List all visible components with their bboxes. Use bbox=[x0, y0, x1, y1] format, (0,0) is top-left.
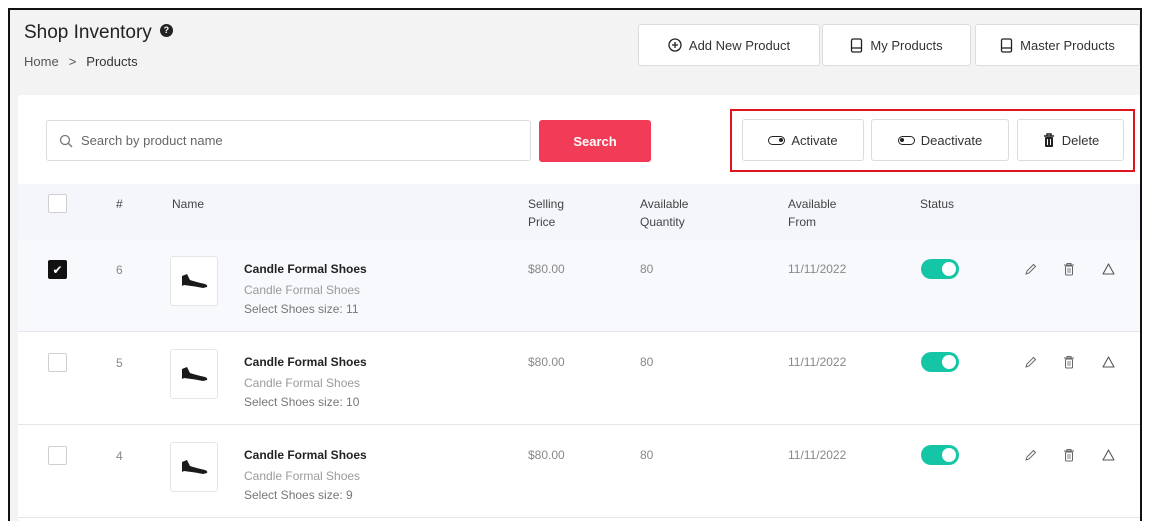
status-toggle[interactable] bbox=[921, 352, 959, 372]
row-checkbox[interactable] bbox=[48, 446, 67, 465]
status-toggle[interactable] bbox=[921, 259, 959, 279]
deactivate-label: Deactivate bbox=[920, 132, 983, 148]
product-name[interactable]: Candle Formal Shoes bbox=[244, 448, 367, 462]
toggle-on-icon bbox=[768, 135, 786, 145]
product-variant: Select Shoes size: 10 bbox=[244, 395, 360, 409]
product-subtitle: Candle Formal Shoes bbox=[244, 376, 361, 390]
table-row: 4 Candle Formal Shoes Candle Formal Shoe… bbox=[18, 426, 1140, 518]
column-selling-price-line2: Price bbox=[528, 215, 556, 229]
table-row: 5 Candle Formal Shoes Candle Formal Shoe… bbox=[18, 333, 1140, 425]
search-button[interactable]: Search bbox=[539, 120, 651, 162]
available-from: 11/11/2022 bbox=[788, 448, 847, 462]
search-box bbox=[46, 120, 531, 161]
toggle-off-icon bbox=[897, 135, 915, 145]
pencil-icon[interactable] bbox=[1024, 356, 1037, 369]
trash-icon[interactable] bbox=[1063, 262, 1075, 276]
product-thumbnail[interactable] bbox=[170, 349, 218, 399]
available-quantity: 80 bbox=[640, 448, 654, 462]
column-available-quantity-line2: Quantity bbox=[640, 215, 685, 229]
delete-button[interactable]: Delete bbox=[1017, 119, 1124, 161]
warning-icon[interactable] bbox=[1102, 449, 1115, 461]
available-from: 11/11/2022 bbox=[788, 262, 847, 276]
main-area: Shop Inventory ? Home > Products Add New… bbox=[10, 10, 1140, 521]
status-toggle[interactable] bbox=[921, 445, 959, 465]
activate-button[interactable]: Activate bbox=[742, 119, 864, 161]
row-checkbox[interactable]: ✔ bbox=[48, 260, 67, 279]
available-quantity: 80 bbox=[640, 262, 654, 276]
row-index: 5 bbox=[116, 356, 123, 370]
page-title: Shop Inventory ? bbox=[24, 22, 173, 44]
pencil-icon[interactable] bbox=[1024, 263, 1037, 276]
shoe-image bbox=[182, 460, 208, 474]
document-icon bbox=[851, 37, 863, 53]
column-available-from-line1: Available bbox=[788, 197, 837, 211]
page-title-text: Shop Inventory bbox=[24, 22, 152, 43]
product-variant: Select Shoes size: 11 bbox=[244, 302, 359, 316]
add-new-product-button[interactable]: Add New Product bbox=[638, 24, 820, 66]
selling-price: $80.00 bbox=[528, 448, 565, 462]
column-available-quantity-line1: Available bbox=[640, 197, 689, 211]
search-input[interactable] bbox=[81, 133, 521, 148]
breadcrumb-separator: > bbox=[68, 54, 77, 69]
product-thumbnail[interactable] bbox=[170, 442, 218, 492]
breadcrumb-current: Products bbox=[86, 54, 138, 69]
breadcrumb: Home > Products bbox=[24, 54, 138, 69]
search-icon bbox=[59, 134, 73, 147]
column-name: Name bbox=[172, 197, 205, 211]
row-index: 4 bbox=[116, 449, 123, 463]
column-selling-price-line1: Selling bbox=[528, 197, 565, 211]
product-variant: Select Shoes size: 9 bbox=[244, 488, 353, 502]
delete-label: Delete bbox=[1061, 132, 1100, 148]
product-thumbnail[interactable] bbox=[170, 256, 218, 306]
table-header: # Name Selling Price Available Quantity … bbox=[18, 184, 1140, 240]
row-index: 6 bbox=[116, 263, 123, 277]
product-subtitle: Candle Formal Shoes bbox=[244, 283, 361, 297]
document-icon bbox=[1001, 37, 1013, 53]
my-products-label: My Products bbox=[870, 37, 943, 53]
available-from: 11/11/2022 bbox=[788, 355, 847, 369]
available-quantity: 80 bbox=[640, 355, 654, 369]
table-row: ✔ 6 Candle Formal Shoes Candle Formal Sh… bbox=[18, 240, 1140, 332]
help-icon[interactable]: ? bbox=[159, 23, 173, 37]
trash-icon[interactable] bbox=[1063, 355, 1075, 369]
selling-price: $80.00 bbox=[528, 262, 565, 276]
row-checkbox[interactable] bbox=[48, 353, 67, 372]
pencil-icon[interactable] bbox=[1024, 449, 1037, 462]
plus-circle-icon bbox=[668, 38, 682, 52]
window-frame-right bbox=[1140, 8, 1142, 521]
selling-price: $80.00 bbox=[528, 355, 565, 369]
master-products-label: Master Products bbox=[1020, 37, 1115, 53]
shoe-image bbox=[182, 367, 208, 381]
trash-icon bbox=[1043, 133, 1054, 147]
column-available-from: Available From bbox=[788, 195, 836, 231]
product-name[interactable]: Candle Formal Shoes bbox=[244, 355, 367, 369]
products-card: Search Activate Deactivate Delete # Name… bbox=[18, 95, 1140, 521]
master-products-button[interactable]: Master Products bbox=[975, 24, 1140, 66]
column-selling-price: Selling Price bbox=[528, 195, 564, 231]
column-available-from-line2: From bbox=[788, 215, 816, 229]
trash-icon[interactable] bbox=[1063, 448, 1075, 462]
breadcrumb-home[interactable]: Home bbox=[24, 54, 59, 69]
shoe-image bbox=[182, 274, 208, 288]
product-subtitle: Candle Formal Shoes bbox=[244, 469, 361, 483]
column-status: Status bbox=[920, 197, 955, 211]
column-available-quantity: Available Quantity bbox=[640, 195, 688, 231]
add-new-product-label: Add New Product bbox=[688, 37, 791, 53]
activate-label: Activate bbox=[791, 132, 838, 148]
product-name[interactable]: Candle Formal Shoes bbox=[244, 262, 367, 276]
warning-icon[interactable] bbox=[1102, 356, 1115, 368]
deactivate-button[interactable]: Deactivate bbox=[871, 119, 1009, 161]
my-products-button[interactable]: My Products bbox=[822, 24, 971, 66]
warning-icon[interactable] bbox=[1102, 263, 1115, 275]
column-index: # bbox=[116, 197, 123, 211]
select-all-checkbox[interactable] bbox=[48, 194, 67, 213]
